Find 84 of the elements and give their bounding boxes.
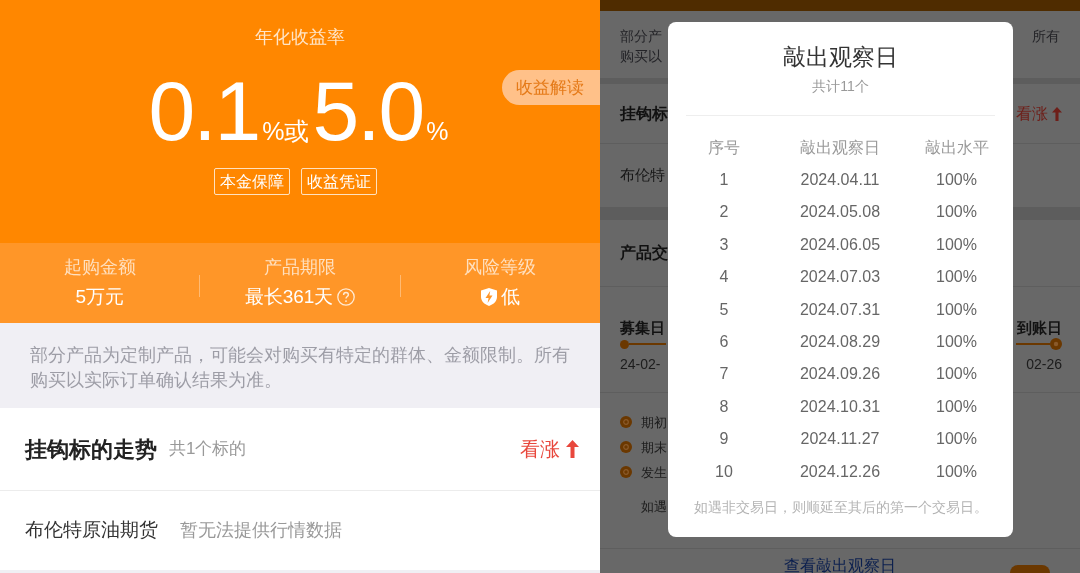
table-cell-text: 2024.11.27 [799,429,881,450]
table-cell-text: 9 [718,429,730,450]
timeline-label: 募集日 [620,318,665,338]
legend-marker-icon [620,441,632,453]
legend-text: 期末 [641,438,667,457]
table-cell-text: 5 [718,299,730,320]
table-cell-text: 2024.05.08 [798,202,882,223]
timeline-end-icon [1050,338,1062,350]
table-cell-text: 6 [718,331,730,352]
table-cell-text: 100% [935,169,978,190]
dialog-title: 敲出观察日 [782,44,899,72]
table-cell-text: 100% [935,429,978,450]
column-header: 敲出观察日 [799,137,881,158]
table-cell-text: 2024.12.26 [798,461,882,482]
legend-marker-icon [620,416,632,428]
section-title: 产品交 [620,243,668,264]
view-dates-link[interactable]: 查看敲出观察日 [600,558,1080,573]
table-cell-text: 100% [935,234,978,255]
outlook-label: 看涨 [520,437,560,462]
feature-tag: 收益凭证 [300,168,377,195]
stat-label: 产品期限 [264,256,336,279]
stat-value: 最长361天 [244,285,334,309]
timeline-date: 02-26 [1026,355,1062,374]
notice-text: 部分产 [620,27,662,46]
up-arrow-icon [566,440,579,458]
rate-value: 0.1 [148,69,260,153]
underlying-name: 布伦特原油期货 [25,518,158,543]
timeline-line [629,343,666,345]
floating-button[interactable] [1010,565,1050,573]
table-cell-text: 2024.09.26 [798,364,882,385]
legend-marker-icon [620,466,632,478]
column-header: 敲出水平 [923,137,990,158]
footnote-text: 如遇 [641,498,667,516]
rate-value: 5.0 [312,69,424,153]
table-cell-text: 100% [935,396,978,417]
table-cell-text: 2024.06.05 [798,234,882,255]
section-title: 挂钩标 [620,103,668,124]
table-cell-text: 100% [935,299,978,320]
legend-text: 发生 [641,463,667,482]
table-cell-text: 2 [718,202,730,223]
table-cell-text: 100% [935,364,978,385]
table-cell-text: 100% [935,461,978,482]
stat-label: 风险等级 [464,256,537,279]
notice-text: 所有 [1032,27,1060,46]
table-cell-text: 7 [718,364,730,385]
stat-value: 低 [500,285,520,309]
table-cell-text: 4 [718,267,730,288]
dialog-subtitle: 共计11个 [811,77,870,96]
rate-unit: % [426,116,449,147]
shield-icon [480,288,497,306]
table-cell-text: 100% [935,267,978,288]
timeline-dot-icon [620,339,629,349]
column-header: 序号 [707,137,741,158]
table-cell-text: 8 [718,396,730,417]
target-count: 共1个标的 [169,438,247,461]
notice-text: 购买以 [620,47,662,66]
table-cell-text: 2024.04.11 [799,169,881,190]
table-cell-text: 2024.07.31 [798,299,882,320]
table-cell-text: 100% [935,202,978,223]
table-cell-text: 2024.10.31 [798,396,882,417]
dialog-footnote: 如遇非交易日，则顺延至其后的第一个交易日。 [692,498,989,517]
explain-button[interactable]: 收益解读 [502,70,600,105]
feature-tag: 本金保障 [213,168,290,195]
timeline-line [1016,343,1050,345]
help-icon[interactable] [337,288,356,306]
outlook-label: 看涨 [1016,103,1048,124]
table-cell-text: 1 [718,169,730,190]
timeline-label: 到账日 [1017,318,1062,338]
rate-unit: %或 [262,116,310,147]
notice-text: 部分产品为定制产品，可能会对购买有特定的群体、金额限制。所有购买以实际订单确认结果为准。 [30,343,571,392]
legend-text: 期初 [641,413,667,432]
timeline-date: 24-02- [620,355,661,374]
table-cell-text: 100% [935,331,978,352]
stat-label: 起购金额 [63,256,136,279]
section-title: 挂钩标的走势 [25,435,157,464]
table-cell-text: 3 [718,234,730,255]
stat-value: 5万元 [75,285,124,309]
table-cell-text: 2024.07.03 [798,267,882,288]
market-status: 暂无法提供行情数据 [180,519,342,543]
rate-label: 年化收益率 [255,26,345,49]
table-cell-text: 10 [714,461,734,482]
up-arrow-icon [1052,106,1062,121]
table-cell-text: 2024.08.29 [798,331,882,352]
underlying-name: 布伦特 [620,165,665,186]
